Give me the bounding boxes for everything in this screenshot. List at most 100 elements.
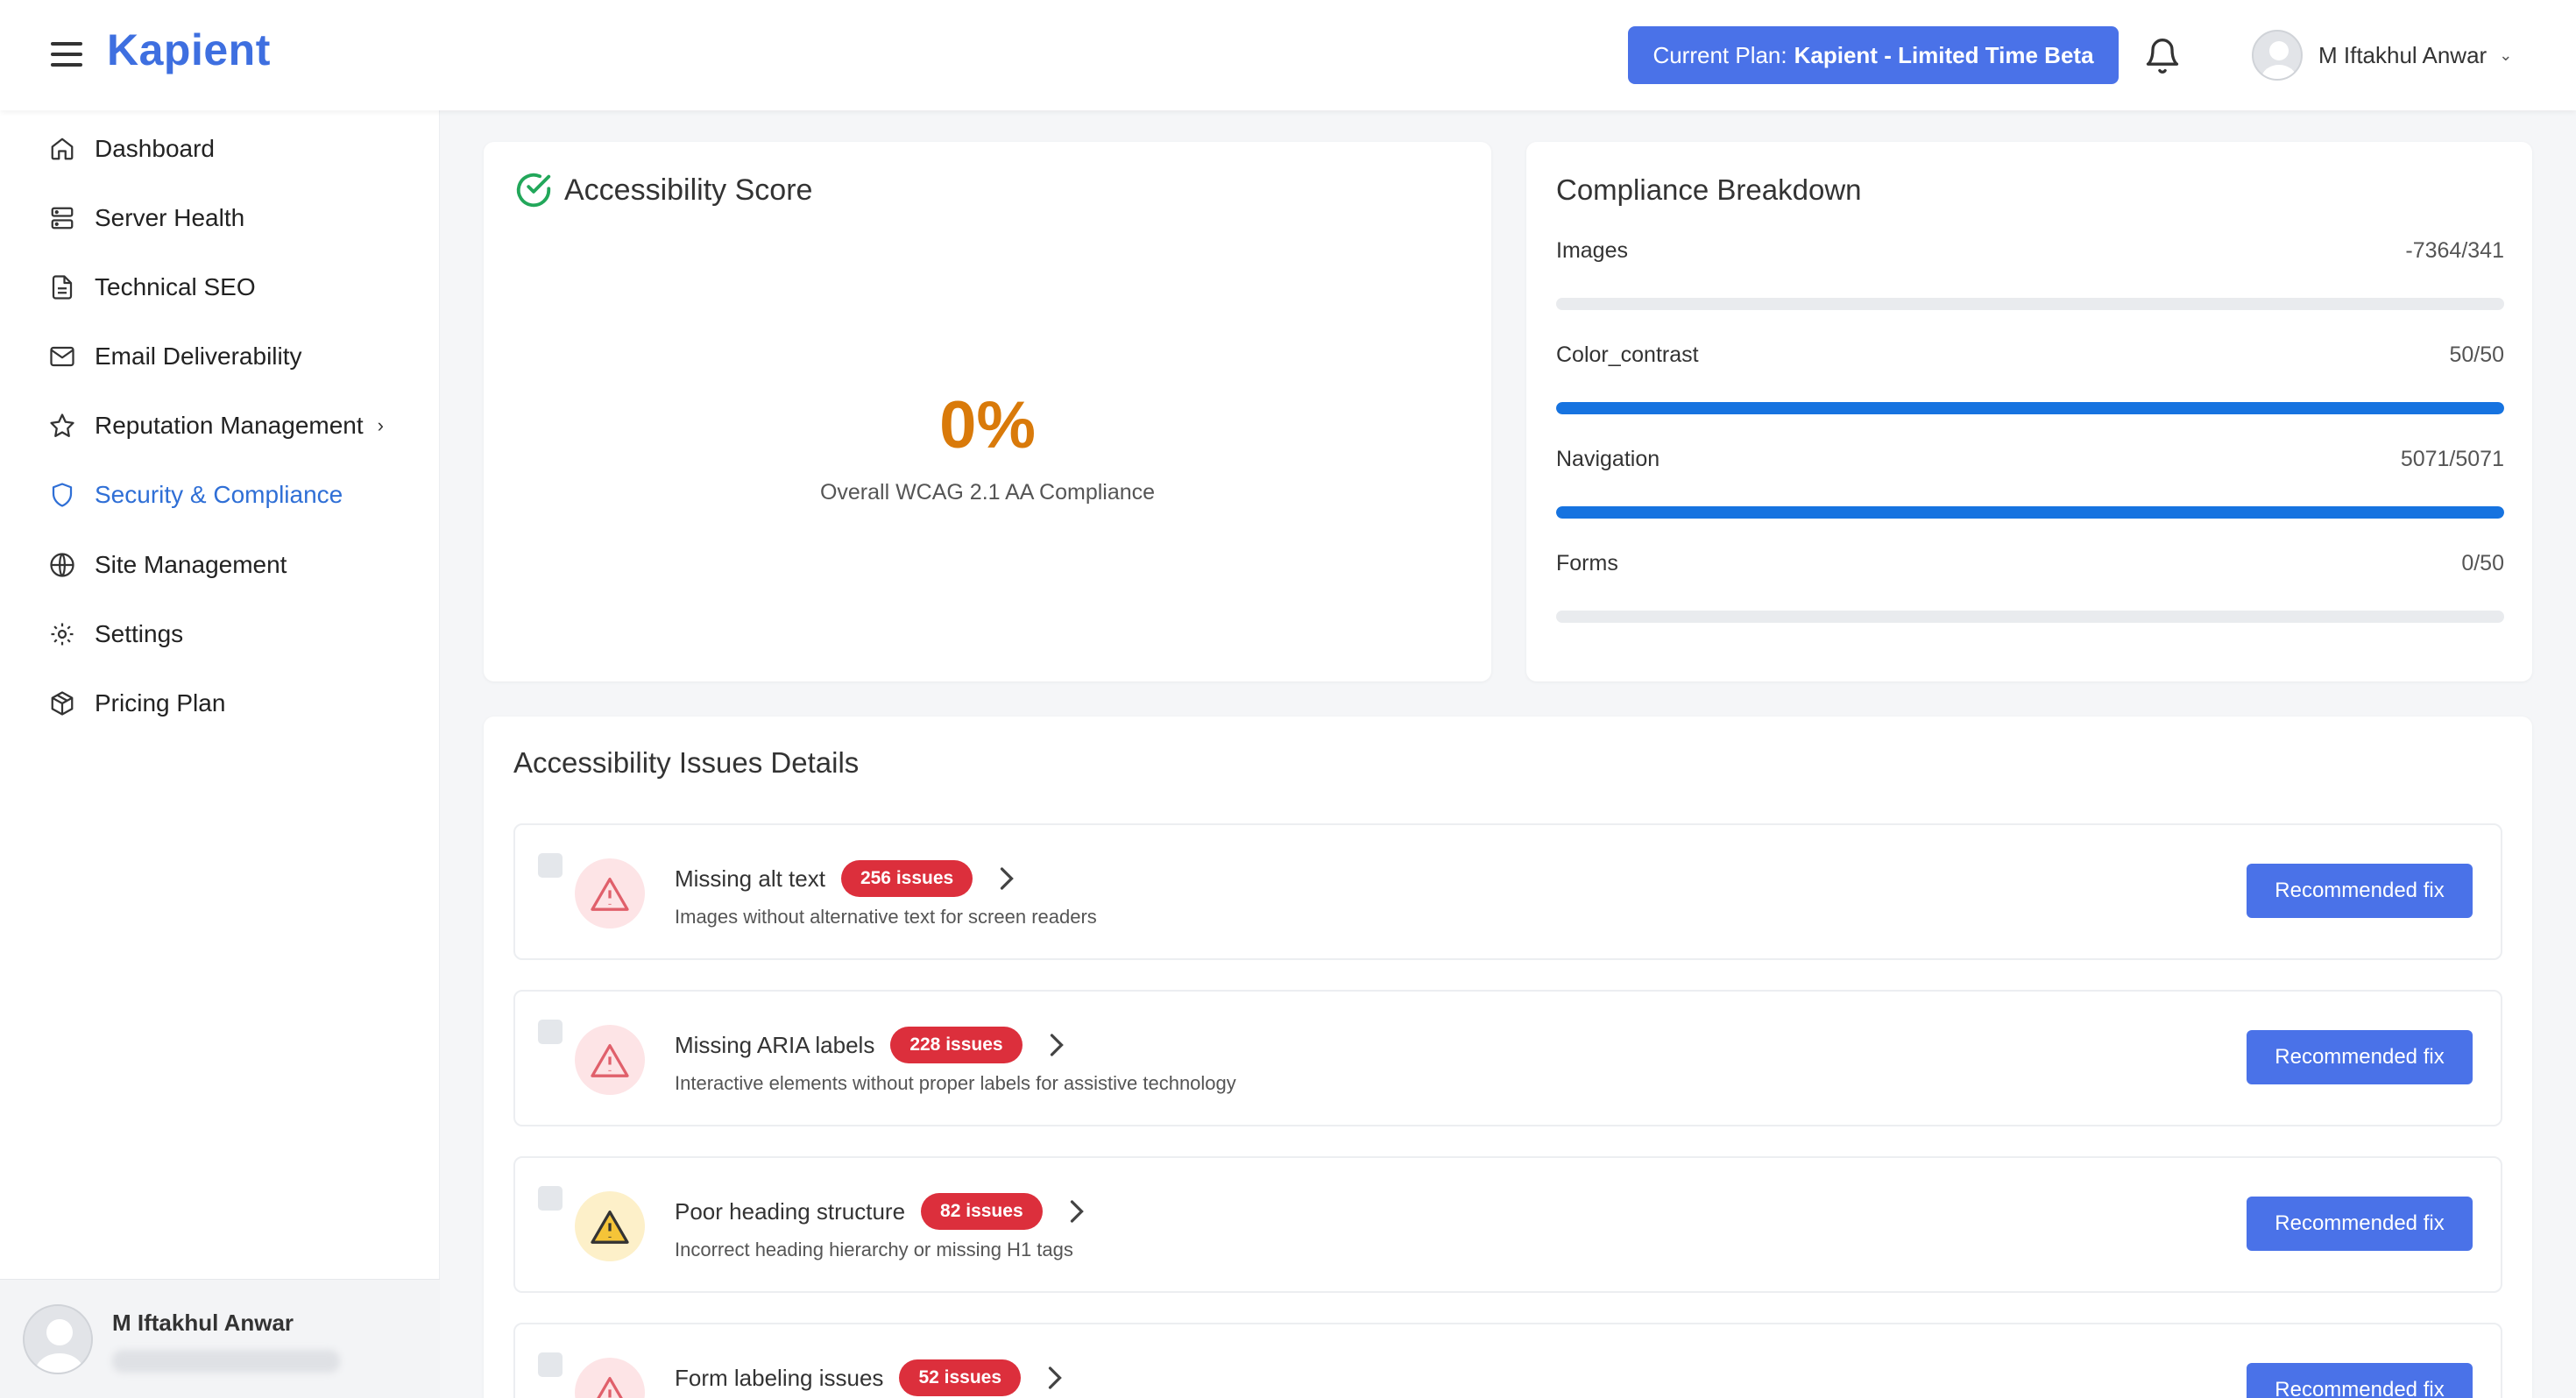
sidebar-item-settings[interactable]: Settings: [49, 615, 183, 653]
sidebar-user-footer[interactable]: M Iftakhul Anwar: [0, 1279, 440, 1398]
gear-icon: [49, 621, 75, 647]
user-menu[interactable]: M Iftakhul Anwar ⌄: [2252, 30, 2512, 81]
issue-item-missing-alt-text: Missing alt text 256 issues Images witho…: [513, 823, 2502, 960]
warning-icon: [575, 1358, 645, 1398]
breakdown-label: Forms: [1556, 551, 1618, 575]
recommended-fix-button[interactable]: Recommended fix: [2247, 1030, 2473, 1084]
breakdown-row-navigation: Navigation 5071/5071: [1556, 447, 2504, 526]
progress-track: [1556, 402, 2504, 414]
sidebar-item-security-compliance[interactable]: Security & Compliance: [49, 476, 343, 514]
issue-checkbox[interactable]: [538, 1186, 563, 1211]
sidebar-item-label: Pricing Plan: [95, 689, 226, 717]
chevron-down-icon: ⌄: [2499, 46, 2513, 64]
sidebar-item-label: Security & Compliance: [95, 481, 343, 508]
accessibility-issues-card: Accessibility Issues Details Missing alt…: [484, 717, 2532, 1398]
sidebar-item-label: Reputation Management: [95, 412, 364, 439]
breakdown-row-images: Images -7364/341: [1556, 238, 2504, 317]
globe-icon: [49, 552, 75, 578]
mail-icon: [49, 343, 75, 370]
issue-checkbox[interactable]: [538, 1352, 563, 1377]
breakdown-row-forms: Forms 0/50: [1556, 551, 2504, 630]
bell-icon[interactable]: [2143, 35, 2182, 77]
chevron-right-icon[interactable]: [1067, 1198, 1086, 1225]
issue-title: Missing alt text: [675, 865, 825, 892]
hamburger-menu-icon[interactable]: [51, 42, 84, 68]
sidebar-item-technical-seo[interactable]: Technical SEO: [49, 268, 256, 307]
breakdown-value: 5071/5071: [2400, 447, 2504, 471]
sidebar-item-label: Server Health: [95, 204, 245, 231]
package-icon: [49, 690, 75, 717]
issue-item-poor-heading-structure: Poor heading structure 82 issues Incorre…: [513, 1156, 2502, 1293]
sidebar-item-label: Technical SEO: [95, 273, 256, 300]
issues-title: Accessibility Issues Details: [513, 746, 860, 779]
document-icon: [49, 274, 75, 300]
chevron-right-icon[interactable]: [1047, 1032, 1066, 1058]
progress-track: [1556, 611, 2504, 623]
issue-item-missing-aria-labels: Missing ARIA labels 228 issues Interacti…: [513, 990, 2502, 1126]
sidebar-item-dashboard[interactable]: Dashboard: [49, 130, 215, 168]
issue-description: Images without alternative text for scre…: [675, 906, 1097, 928]
sidebar-item-label: Settings: [95, 620, 184, 647]
score-value: 0%: [939, 388, 1036, 462]
issue-title: Poor heading structure: [675, 1197, 906, 1225]
shield-icon: [49, 482, 75, 508]
home-icon: [49, 136, 75, 162]
top-header: Kapient Current Plan: Kapient - Limited …: [0, 0, 2576, 110]
header-user-name: M Iftakhul Anwar: [2318, 41, 2488, 68]
recommended-fix-button[interactable]: Recommended fix: [2247, 1197, 2473, 1251]
avatar: [2252, 30, 2303, 81]
issue-checkbox[interactable]: [538, 1020, 563, 1044]
sidebar-item-email-deliverability[interactable]: Email Deliverability: [49, 337, 302, 376]
breakdown-label: Navigation: [1556, 447, 1660, 471]
breakdown-row-color-contrast: Color_contrast 50/50: [1556, 342, 2504, 421]
sidebar-item-pricing-plan[interactable]: Pricing Plan: [49, 684, 225, 723]
sidebar-item-reputation-management[interactable]: Reputation Management ›: [49, 406, 384, 445]
compliance-breakdown-card: Compliance Breakdown Images -7364/341 Co…: [1526, 142, 2532, 681]
breakdown-value: 50/50: [2449, 342, 2504, 367]
issue-count-badge: 52 issues: [899, 1359, 1022, 1396]
issue-description: Incorrect heading hierarchy or missing H…: [675, 1239, 1073, 1260]
breakdown-title: Compliance Breakdown: [1556, 173, 1862, 206]
warning-icon: [575, 1025, 645, 1095]
breakdown-label: Images: [1556, 238, 1628, 263]
plan-prefix: Current Plan:: [1652, 41, 1787, 68]
warning-icon: [575, 1191, 645, 1261]
plan-name: Kapient - Limited Time Beta: [1794, 41, 2094, 68]
issue-title: Form labeling issues: [675, 1364, 884, 1391]
sidebar-item-site-management[interactable]: Site Management: [49, 546, 287, 584]
sidebar-item-label: Dashboard: [95, 135, 215, 162]
app-logo[interactable]: Kapient: [107, 25, 271, 75]
recommended-fix-button[interactable]: Recommended fix: [2247, 1363, 2473, 1398]
progress-fill: [1556, 506, 2504, 519]
footer-user-name: M Iftakhul Anwar: [112, 1310, 294, 1336]
progress-fill: [1556, 402, 2504, 414]
warning-icon: [575, 858, 645, 928]
issue-count-badge: 256 issues: [840, 860, 973, 897]
current-plan-button[interactable]: Current Plan: Kapient - Limited Time Bet…: [1628, 26, 2119, 84]
sidebar-item-label: Site Management: [95, 551, 287, 578]
score-label: Overall WCAG 2.1 AA Compliance: [819, 480, 1156, 505]
blurred-email: [112, 1350, 340, 1373]
avatar: [23, 1304, 93, 1374]
issue-count-badge: 82 issues: [921, 1193, 1043, 1230]
issue-item-form-labeling-issues: Form labeling issues 52 issues Recommend…: [513, 1323, 2502, 1398]
issue-checkbox[interactable]: [538, 853, 563, 878]
recommended-fix-button[interactable]: Recommended fix: [2247, 864, 2473, 918]
chevron-right-icon[interactable]: [997, 865, 1016, 892]
breakdown-label: Color_contrast: [1556, 342, 1699, 367]
accessibility-score-card: Accessibility Score 0% Overall WCAG 2.1 …: [484, 142, 1491, 681]
issue-count-badge: 228 issues: [890, 1027, 1023, 1063]
star-icon: [49, 413, 75, 439]
progress-track: [1556, 298, 2504, 310]
chevron-right-icon: ›: [377, 414, 384, 436]
progress-track: [1556, 506, 2504, 519]
score-title: Accessibility Score: [564, 173, 813, 207]
server-icon: [49, 205, 75, 231]
check-circle-icon: [513, 170, 554, 210]
issue-description: Interactive elements without proper labe…: [675, 1072, 1236, 1094]
breakdown-value: 0/50: [2461, 551, 2504, 575]
sidebar-item-label: Email Deliverability: [95, 342, 302, 370]
chevron-right-icon[interactable]: [1045, 1365, 1065, 1391]
issue-title: Missing ARIA labels: [675, 1031, 875, 1058]
sidebar-item-server-health[interactable]: Server Health: [49, 199, 244, 237]
